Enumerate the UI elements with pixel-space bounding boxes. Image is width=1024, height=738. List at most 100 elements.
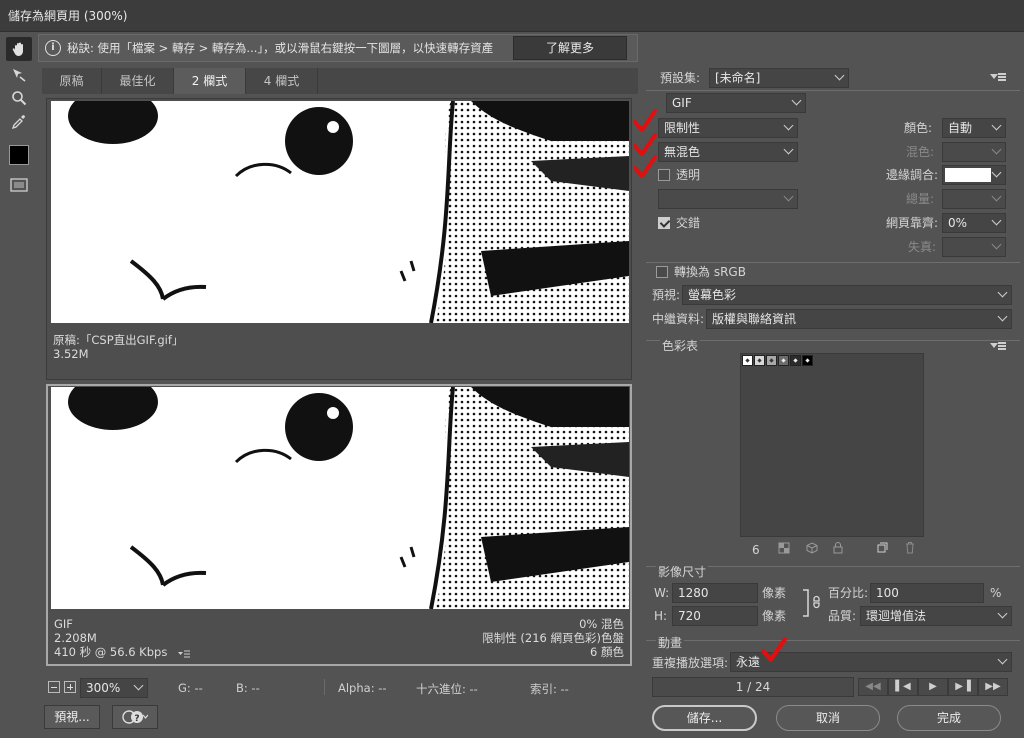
color-swatch[interactable] [754,355,765,366]
toggle-slices-button[interactable] [6,173,32,197]
percent-input[interactable]: 100 [870,583,984,603]
hand-tool-button[interactable] [6,37,32,61]
cancel-button[interactable]: 取消 [776,705,880,731]
width-input[interactable]: 1280 [672,583,758,603]
optimized-preview-pane[interactable]: GIF 2.208M 410 秒 @ 56.6 Kbps 0% 混色 限制性 (… [46,384,632,666]
colors-value: 自動 [948,121,973,135]
learn-more-button[interactable]: 了解更多 [513,36,627,60]
optimized-format: GIF [54,617,73,631]
tab-optimized[interactable]: 最佳化 [102,68,174,94]
status-divider [324,679,325,695]
map-to-transparent-icon[interactable] [778,542,790,554]
frame-counter-text: 1 / 24 [735,680,771,694]
download-speed-menu-icon[interactable] [178,648,190,658]
file-format-select[interactable]: GIF [666,93,806,113]
image-size-title: 影像尺寸 [656,564,709,580]
color-table-title: 色彩表 [660,338,701,354]
percent-label: 百分比: [828,586,869,600]
color-count: 6 [752,543,760,557]
status-bar: 300% G: -- B: -- Alpha: -- 十六進位: -- 索引: … [42,676,638,700]
height-input[interactable]: 720 [672,606,758,626]
dither-amount-select[interactable] [942,142,1006,162]
percent-unit: % [990,586,1002,600]
color-swatch[interactable] [742,355,753,366]
next-frame-button[interactable]: ▶▐ [948,678,978,696]
last-frame-button[interactable]: ▶▶ [978,678,1008,696]
dither-algorithm-select[interactable]: 無混色 [658,142,798,162]
browser-select-button[interactable]: ? [112,705,158,729]
convert-srgb-checkbox[interactable] [656,266,668,278]
play-button[interactable]: ▶ [918,678,948,696]
save-button[interactable]: 儲存... [652,705,757,731]
eyedropper-icon [11,115,25,130]
tab-4-up[interactable]: 4 欄式 [246,68,318,94]
interlaced-checkbox[interactable] [658,217,670,229]
previous-frame-button[interactable]: ▌◀ [888,678,918,696]
animation-title: 動畫 [656,635,685,651]
resample-quality-value: 環迴增值法 [866,609,927,623]
optimized-palette: 限制性 (216 網頁色彩)色盤 [482,631,624,645]
metadata-select[interactable]: 版權與聯絡資訊 [706,309,1012,329]
original-preview-pane[interactable]: 原稿:「CSP直出GIF.gif」 3.52M [46,98,632,380]
slice-select-tool-button[interactable] [6,63,32,87]
colors-select[interactable]: 自動 [942,118,1006,138]
trash-icon[interactable] [904,541,916,554]
new-color-icon[interactable] [876,542,888,554]
zoom-level-value: 300% [86,681,121,695]
optimized-dither: 0% 混色 [579,617,624,631]
browser-question-icon: ? [122,710,149,724]
optimized-colors: 6 顏色 [590,645,624,659]
tab-original[interactable]: 原稿 [42,68,102,94]
color-swatch[interactable] [778,355,789,366]
matte-color-select[interactable] [942,165,1006,185]
zoom-tool-button[interactable] [6,86,32,110]
color-swatch-row [742,355,814,366]
frame-counter: 1 / 24 [652,677,854,697]
tab-2-up[interactable]: 2 欄式 [174,68,246,94]
optimized-file-size: 2.208M [54,631,97,645]
transparency-dither-select[interactable] [658,189,798,209]
zoom-in-icon[interactable] [64,681,76,693]
constrain-proportions-link-icon[interactable] [802,588,822,618]
transparency-amount-select[interactable] [942,189,1006,209]
first-frame-icon: ◀◀ [865,681,881,692]
slice-select-icon [13,69,26,82]
color-swatch[interactable] [766,355,777,366]
convert-srgb-label: 轉換為 sRGB [674,265,746,279]
zoom-level-select[interactable]: 300% [80,678,148,698]
alpha-readout: Alpha: -- [338,681,387,695]
eyedropper-tool-button[interactable] [6,110,32,134]
matte-color-swatch [945,168,991,182]
optimize-menu-icon[interactable] [990,73,1006,83]
first-frame-button[interactable]: ◀◀ [858,678,888,696]
resample-quality-select[interactable]: 環迴增值法 [860,606,1012,626]
eyedropper-color-swatch[interactable] [9,145,29,165]
optimized-preview-image [51,387,629,609]
preset-value: [未命名] [715,71,761,85]
preview-color-value: 螢幕色彩 [688,288,737,302]
preset-select[interactable]: [未命名] [709,68,849,88]
lossy-label: 失真: [908,240,937,254]
transparency-label: 透明 [676,168,701,182]
zoom-out-icon[interactable] [48,681,60,693]
lossy-select[interactable] [942,237,1006,257]
transparency-checkbox[interactable] [658,169,670,181]
preview-label: 預視: [652,288,681,302]
done-button[interactable]: 完成 [897,705,1001,731]
color-table-grid[interactable] [740,353,924,537]
color-swatch[interactable] [802,355,813,366]
original-file-name: 原稿:「CSP直出GIF.gif」 [53,333,184,347]
preview-in-browser-button[interactable]: 預視... [44,705,100,729]
previous-frame-icon: ▌◀ [895,681,911,692]
color-swatch[interactable] [790,355,801,366]
preview-color-select[interactable]: 螢幕色彩 [682,285,1012,305]
web-snap-select[interactable]: 0% [942,213,1006,233]
color-reduction-select[interactable]: 限制性 [658,118,798,138]
lock-color-icon[interactable] [832,541,844,554]
red-check-mark-icon [633,155,657,178]
svg-text:?: ? [134,714,139,724]
tip-bar: i 秘訣: 使用「檔案 > 轉存 > 轉存為...」，或以滑鼠右鍵按一下圖層，以… [38,34,638,62]
width-unit: 像素 [762,586,787,600]
web-shift-cube-icon[interactable] [806,542,818,554]
color-table-menu-icon[interactable] [990,342,1006,352]
